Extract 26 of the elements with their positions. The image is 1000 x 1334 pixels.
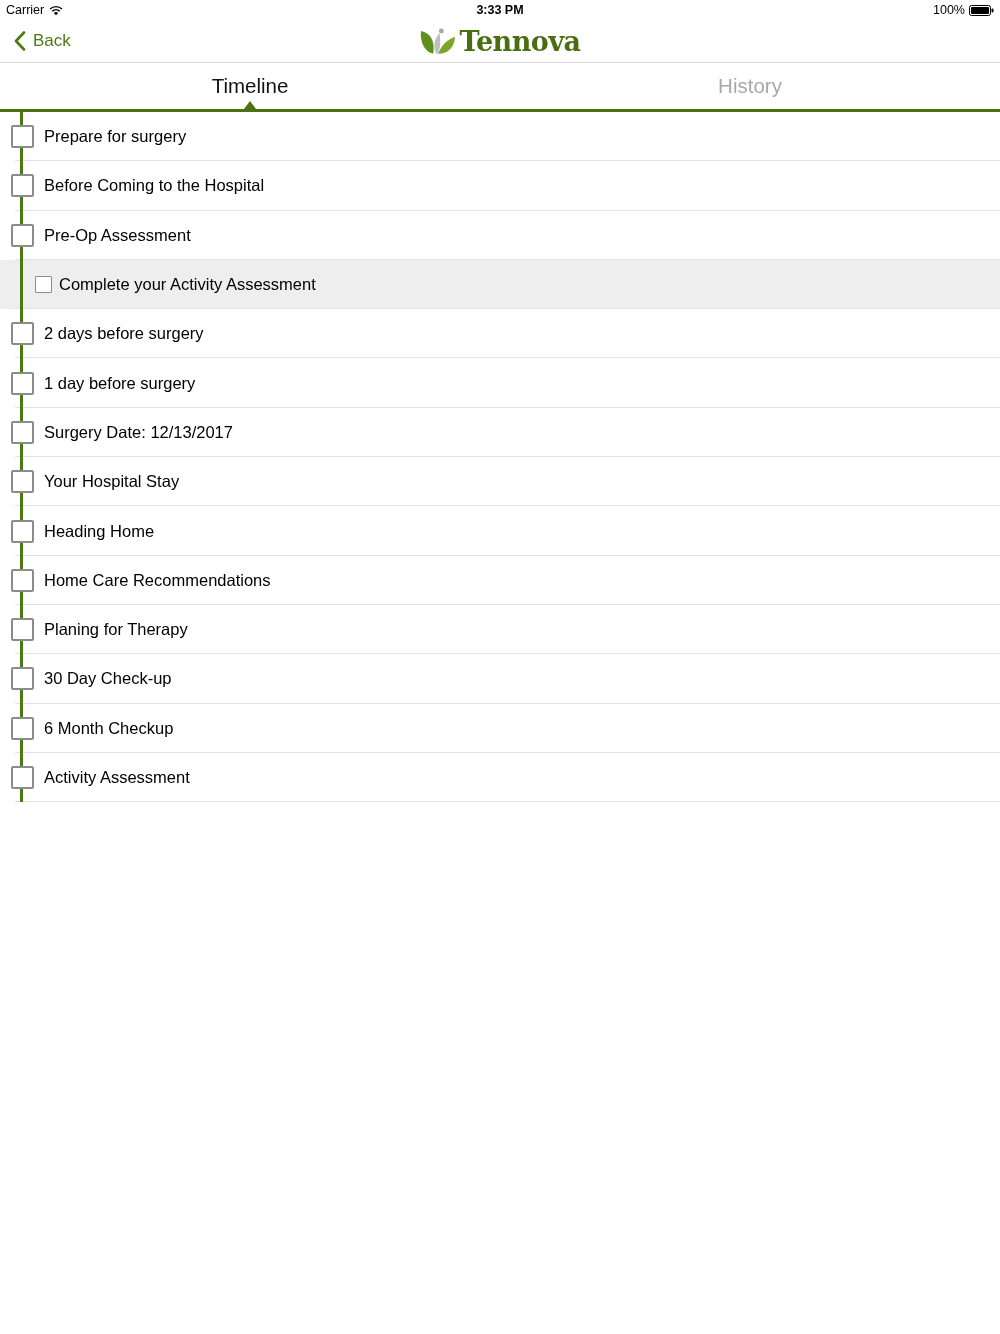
battery-percent: 100% xyxy=(933,3,965,17)
carrier-name: Carrier xyxy=(6,3,45,17)
checkbox[interactable] xyxy=(11,568,34,592)
checkbox[interactable] xyxy=(11,174,34,198)
checkbox[interactable] xyxy=(11,125,34,149)
timeline-item[interactable]: Complete your Activity Assessment xyxy=(0,259,1000,310)
pointer-icon xyxy=(244,101,256,109)
checkbox[interactable] xyxy=(11,470,34,494)
clock-time: 3:33 PM xyxy=(476,3,524,17)
checkbox[interactable] xyxy=(11,371,34,395)
tab[interactable]: Timeline xyxy=(0,63,500,109)
checkbox[interactable] xyxy=(11,322,34,346)
checkbox[interactable] xyxy=(11,766,34,789)
leaf-logo-icon xyxy=(419,26,458,56)
back-button[interactable]: Back xyxy=(12,27,73,55)
wifi-icon xyxy=(49,4,64,16)
checkbox[interactable] xyxy=(11,420,34,444)
checkbox[interactable] xyxy=(11,519,34,543)
battery-icon xyxy=(969,4,994,16)
checkbox[interactable] xyxy=(11,618,34,642)
logo-text: Tennova xyxy=(459,25,581,57)
checkbox[interactable] xyxy=(11,716,34,740)
checkbox[interactable] xyxy=(11,223,34,247)
chevron-left-icon xyxy=(14,31,26,51)
checkbox[interactable] xyxy=(35,276,52,294)
checkbox[interactable] xyxy=(11,667,34,691)
